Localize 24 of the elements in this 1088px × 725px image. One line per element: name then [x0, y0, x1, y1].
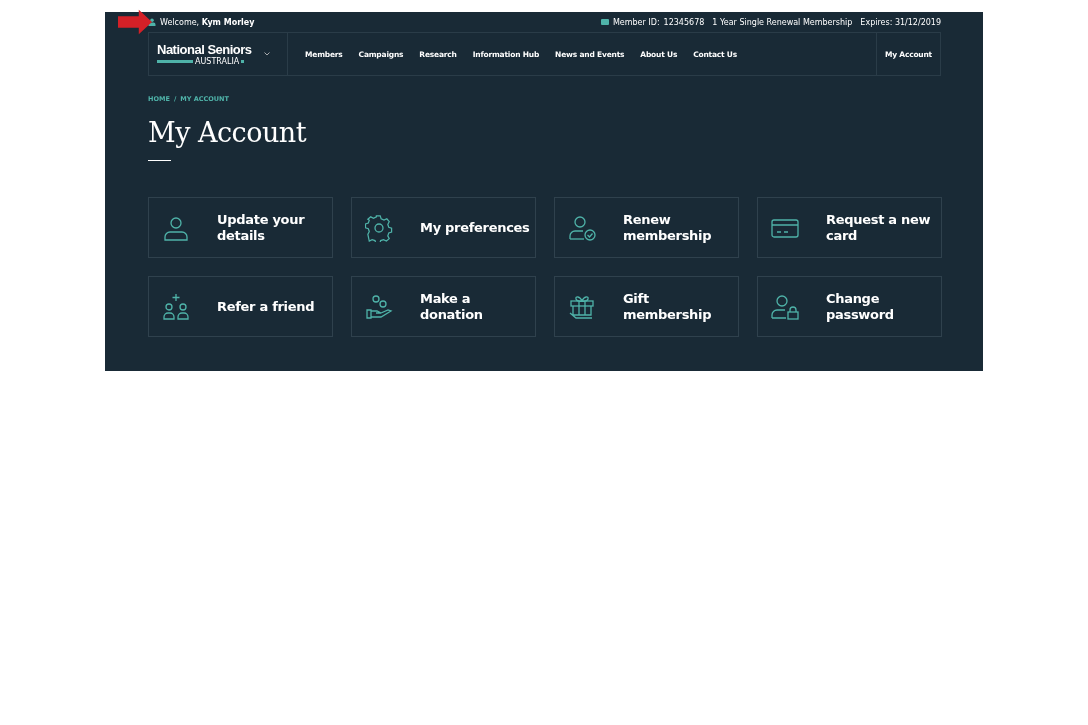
settings-icon [365, 213, 393, 242]
annotation-arrow [118, 9, 152, 35]
member-id-label: Member ID: [612, 17, 660, 27]
account-tile[interactable]: Gift membership [554, 276, 739, 337]
account-tile[interactable]: Make a donation [351, 276, 536, 337]
logo[interactable]: National Seniors AUSTRALIA [157, 42, 252, 66]
person-lock-icon [771, 292, 799, 321]
account-tile[interactable]: Change password [757, 276, 942, 337]
member-id: 12345678 [663, 17, 705, 27]
hand-icon [365, 292, 393, 321]
expiry-date: Expires: 31/12/2019 [860, 17, 941, 27]
page-title: My Account [148, 117, 308, 148]
account-tile[interactable]: Renew membership [554, 197, 739, 258]
user-icon [148, 18, 156, 26]
account-tile[interactable]: Refer a friend [148, 276, 333, 337]
account-tile[interactable]: My preferences [351, 197, 536, 258]
people-plus-icon [162, 292, 190, 321]
chevron-down-icon[interactable] [263, 52, 270, 56]
welcome-text: Welcome, Kym Morley [160, 17, 255, 27]
card-icon [600, 19, 609, 25]
membership-type: 1 Year Single Renewal Membership [712, 17, 853, 27]
account-tile[interactable]: Request a new card [757, 197, 942, 258]
account-tile[interactable]: Update your details [148, 197, 333, 258]
person-check-icon [568, 213, 596, 242]
